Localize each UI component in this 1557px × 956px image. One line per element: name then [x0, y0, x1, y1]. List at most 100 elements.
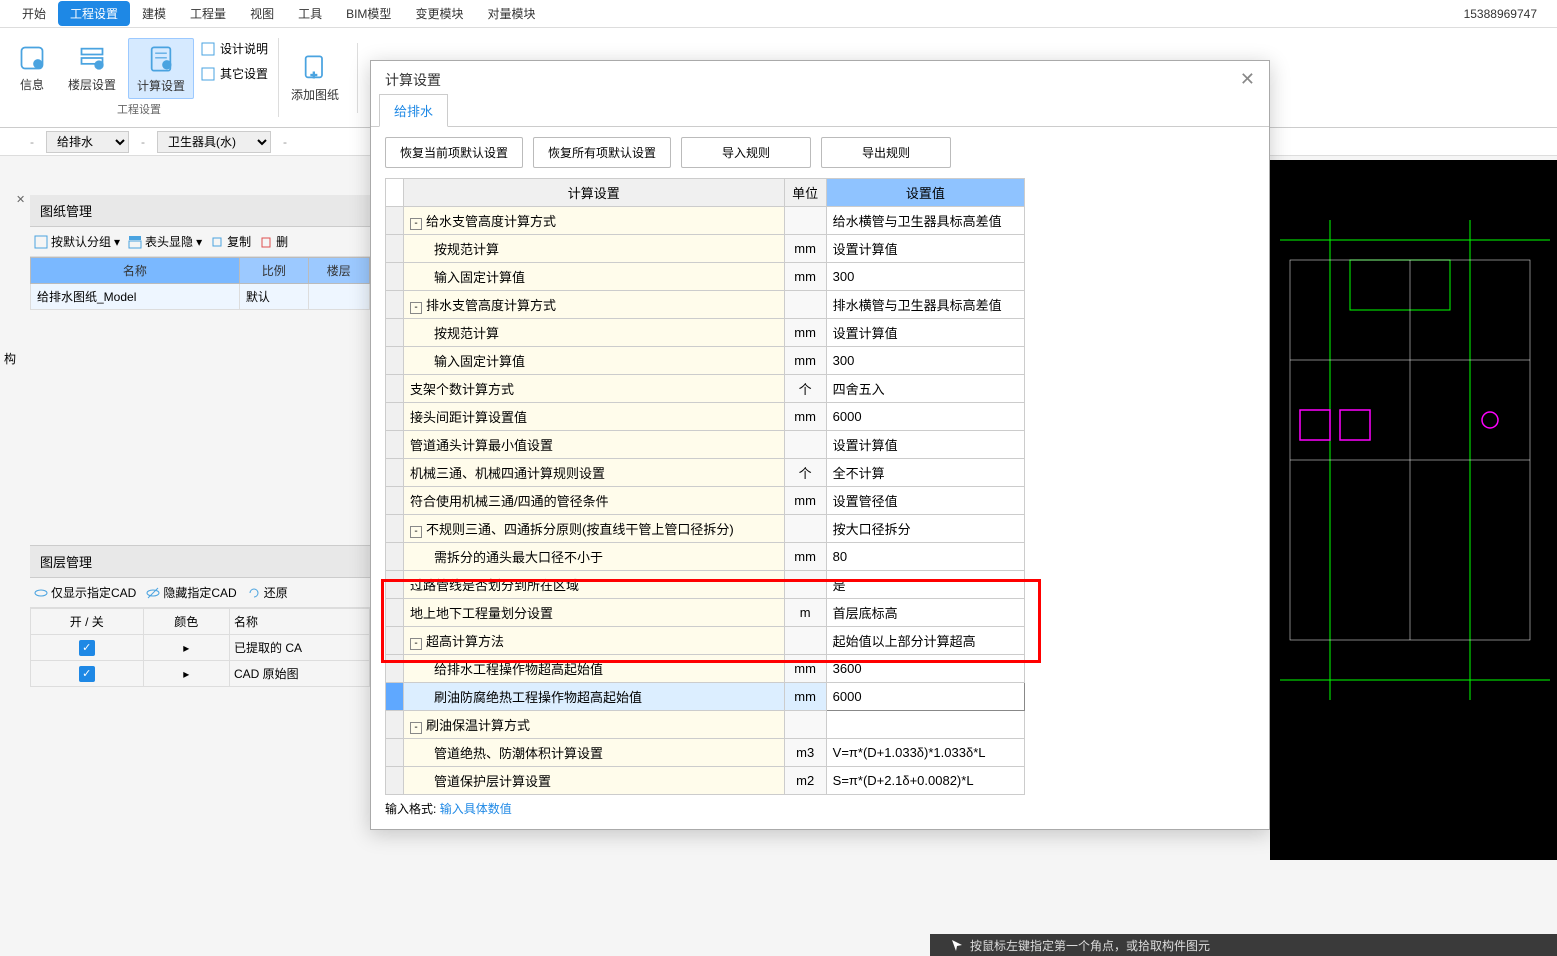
cad-viewport[interactable] [1270, 160, 1557, 860]
ribbon-tabs: 开始 工程设置 建模 工程量 视图 工具 BIM模型 变更模块 对量模块 153… [0, 0, 1557, 28]
settings-row[interactable]: 需拆分的通头最大口径不小于mm80 [386, 543, 1025, 571]
component-select[interactable]: 卫生器具(水) [157, 131, 271, 153]
setting-value-cell[interactable]: S=π*(D+2.1δ+0.0082)*L [826, 767, 1024, 795]
layer-toggle-checkbox[interactable]: ✓ [79, 666, 95, 682]
col-floor[interactable]: 楼层 [308, 258, 369, 284]
col-scale[interactable]: 比例 [239, 258, 308, 284]
export-rules-button[interactable]: 导出规则 [821, 137, 951, 168]
setting-value-cell[interactable]: 四舍五入 [826, 375, 1024, 403]
settings-row[interactable]: 刷油防腐绝热工程操作物超高起始值mm6000 [386, 683, 1025, 711]
setting-value-cell[interactable]: 给水横管与卫生器具标高差值 [826, 207, 1024, 235]
setting-value-cell[interactable]: 首层底标高 [826, 599, 1024, 627]
system-select[interactable]: 给排水 [46, 131, 129, 153]
setting-value-cell[interactable]: 设置计算值 [826, 431, 1024, 459]
tab-project-settings[interactable]: 工程设置 [58, 1, 130, 26]
setting-value-cell[interactable]: 6000 [826, 683, 1024, 711]
setting-value-cell[interactable]: 设置管径值 [826, 487, 1024, 515]
ribbon-add-drawing[interactable]: 添加图纸 [283, 48, 347, 107]
settings-row[interactable]: -超高计算方法起始值以上部分计算超高 [386, 627, 1025, 655]
setting-value-cell[interactable]: 起始值以上部分计算超高 [826, 627, 1024, 655]
layer-table: 开 / 关 颜色 名称 ✓ ▸ 已提取的 CA ✓ ▸ CAD 原始图 [30, 608, 370, 687]
reset-all-button[interactable]: 恢复所有项默认设置 [533, 137, 671, 168]
setting-value-cell[interactable]: 80 [826, 543, 1024, 571]
close-panel-icon[interactable]: ✕ [16, 193, 25, 206]
settings-row[interactable]: -不规则三通、四通拆分原则(按直线干管上管口径拆分)按大口径拆分 [386, 515, 1025, 543]
col-setting-name: 计算设置 [404, 179, 785, 207]
settings-row[interactable]: 管道保护层计算设置m2S=π*(D+2.1δ+0.0082)*L [386, 767, 1025, 795]
tree-toggle-icon[interactable]: - [410, 526, 422, 538]
settings-row[interactable]: 按规范计算mm设置计算值 [386, 235, 1025, 263]
tab-modeling[interactable]: 建模 [130, 1, 178, 26]
close-icon[interactable]: ✕ [1240, 69, 1255, 90]
settings-row[interactable]: 管道绝热、防潮体积计算设置m3V=π*(D+1.033δ)*1.033δ*L [386, 739, 1025, 767]
tab-view[interactable]: 视图 [238, 1, 286, 26]
header-toggle-button[interactable]: 表头显隐 ▾ [128, 233, 202, 250]
tab-change[interactable]: 变更模块 [403, 1, 475, 26]
col-name[interactable]: 名称 [31, 258, 240, 284]
tab-compare[interactable]: 对量模块 [475, 1, 547, 26]
setting-value-cell[interactable]: 300 [826, 263, 1024, 291]
setting-value-cell[interactable]: 3600 [826, 655, 1024, 683]
tab-bim[interactable]: BIM模型 [334, 1, 403, 26]
ribbon-calc-settings[interactable]: 计算设置 [128, 38, 194, 99]
settings-row[interactable]: 符合使用机械三通/四通的管径条件mm设置管径值 [386, 487, 1025, 515]
tab-quantity[interactable]: 工程量 [178, 1, 238, 26]
tree-toggle-icon[interactable]: - [410, 722, 422, 734]
col-toggle: 开 / 关 [31, 609, 144, 635]
tab-tools[interactable]: 工具 [286, 1, 334, 26]
drawing-panel-title: 图纸管理 [30, 195, 370, 227]
settings-row[interactable]: -刷油保温计算方式 [386, 711, 1025, 739]
layer-color-cell[interactable]: ▸ [143, 635, 229, 661]
ribbon-other-settings[interactable]: 其它设置 [198, 63, 270, 84]
setting-value-cell[interactable]: 6000 [826, 403, 1024, 431]
settings-row[interactable]: 机械三通、机械四通计算规则设置个全不计算 [386, 459, 1025, 487]
settings-row[interactable]: 地上地下工程量划分设置m首层底标高 [386, 599, 1025, 627]
setting-value-cell[interactable]: 设置计算值 [826, 235, 1024, 263]
layer-row[interactable]: ✓ ▸ CAD 原始图 [31, 661, 370, 687]
settings-row[interactable]: 过路管线是否划分到所在区域是 [386, 571, 1025, 599]
delete-button[interactable]: 删 [259, 233, 288, 250]
setting-value-cell[interactable]: V=π*(D+1.033δ)*1.033δ*L [826, 739, 1024, 767]
settings-row[interactable]: 输入固定计算值mm300 [386, 347, 1025, 375]
tree-toggle-icon[interactable]: - [410, 302, 422, 314]
settings-row[interactable]: -排水支管高度计算方式排水横管与卫生器具标高差值 [386, 291, 1025, 319]
cursor-icon [950, 938, 964, 952]
drawing-row[interactable]: 给排水图纸_Model 默认 [31, 284, 370, 310]
setting-value-cell[interactable]: 是 [826, 571, 1024, 599]
copy-button[interactable]: 复制 [210, 233, 251, 250]
layer-toggle-checkbox[interactable]: ✓ [79, 640, 95, 656]
tree-toggle-icon[interactable]: - [410, 218, 422, 230]
layer-row[interactable]: ✓ ▸ 已提取的 CA [31, 635, 370, 661]
setting-value-cell[interactable]: 排水横管与卫生器具标高差值 [826, 291, 1024, 319]
setting-value-cell[interactable]: 按大口径拆分 [826, 515, 1024, 543]
restore-button[interactable]: 还原 [247, 584, 288, 601]
ribbon-floor[interactable]: 楼层设置 [60, 38, 124, 99]
dialog-tab-plumbing[interactable]: 给排水 [379, 94, 448, 127]
hide-cad-button[interactable]: 隐藏指定CAD [146, 584, 236, 601]
ribbon-info[interactable]: 信息 [8, 38, 56, 99]
settings-row[interactable]: 给排水工程操作物超高起始值mm3600 [386, 655, 1025, 683]
layer-color-cell[interactable]: ▸ [143, 661, 229, 687]
tree-toggle-icon[interactable]: - [410, 638, 422, 650]
setting-value-cell[interactable]: 全不计算 [826, 459, 1024, 487]
import-rules-button[interactable]: 导入规则 [681, 137, 811, 168]
setting-value-cell[interactable] [826, 711, 1024, 739]
setting-value-cell[interactable]: 设置计算值 [826, 319, 1024, 347]
drawing-table: 名称 比例 楼层 给排水图纸_Model 默认 [30, 257, 370, 310]
settings-row[interactable]: 管道通头计算最小值设置设置计算值 [386, 431, 1025, 459]
tab-start[interactable]: 开始 [10, 1, 58, 26]
reset-current-button[interactable]: 恢复当前项默认设置 [385, 137, 523, 168]
input-format-link[interactable]: 输入具体数值 [440, 802, 512, 816]
settings-row[interactable]: 输入固定计算值mm300 [386, 263, 1025, 291]
status-bar: 按鼠标左键指定第一个角点，或拾取构件图元 [930, 934, 1557, 956]
group-button[interactable]: 按默认分组 ▾ [34, 233, 120, 250]
show-cad-button[interactable]: 仅显示指定CAD [34, 584, 136, 601]
settings-row[interactable]: 按规范计算mm设置计算值 [386, 319, 1025, 347]
settings-row[interactable]: 支架个数计算方式个四舍五入 [386, 375, 1025, 403]
ribbon-design-desc[interactable]: 设计说明 [198, 38, 270, 59]
setting-value-cell[interactable]: 300 [826, 347, 1024, 375]
floor-icon [76, 42, 108, 74]
settings-row[interactable]: 接头间距计算设置值mm6000 [386, 403, 1025, 431]
calc-icon [145, 43, 177, 75]
settings-row[interactable]: -给水支管高度计算方式给水横管与卫生器具标高差值 [386, 207, 1025, 235]
